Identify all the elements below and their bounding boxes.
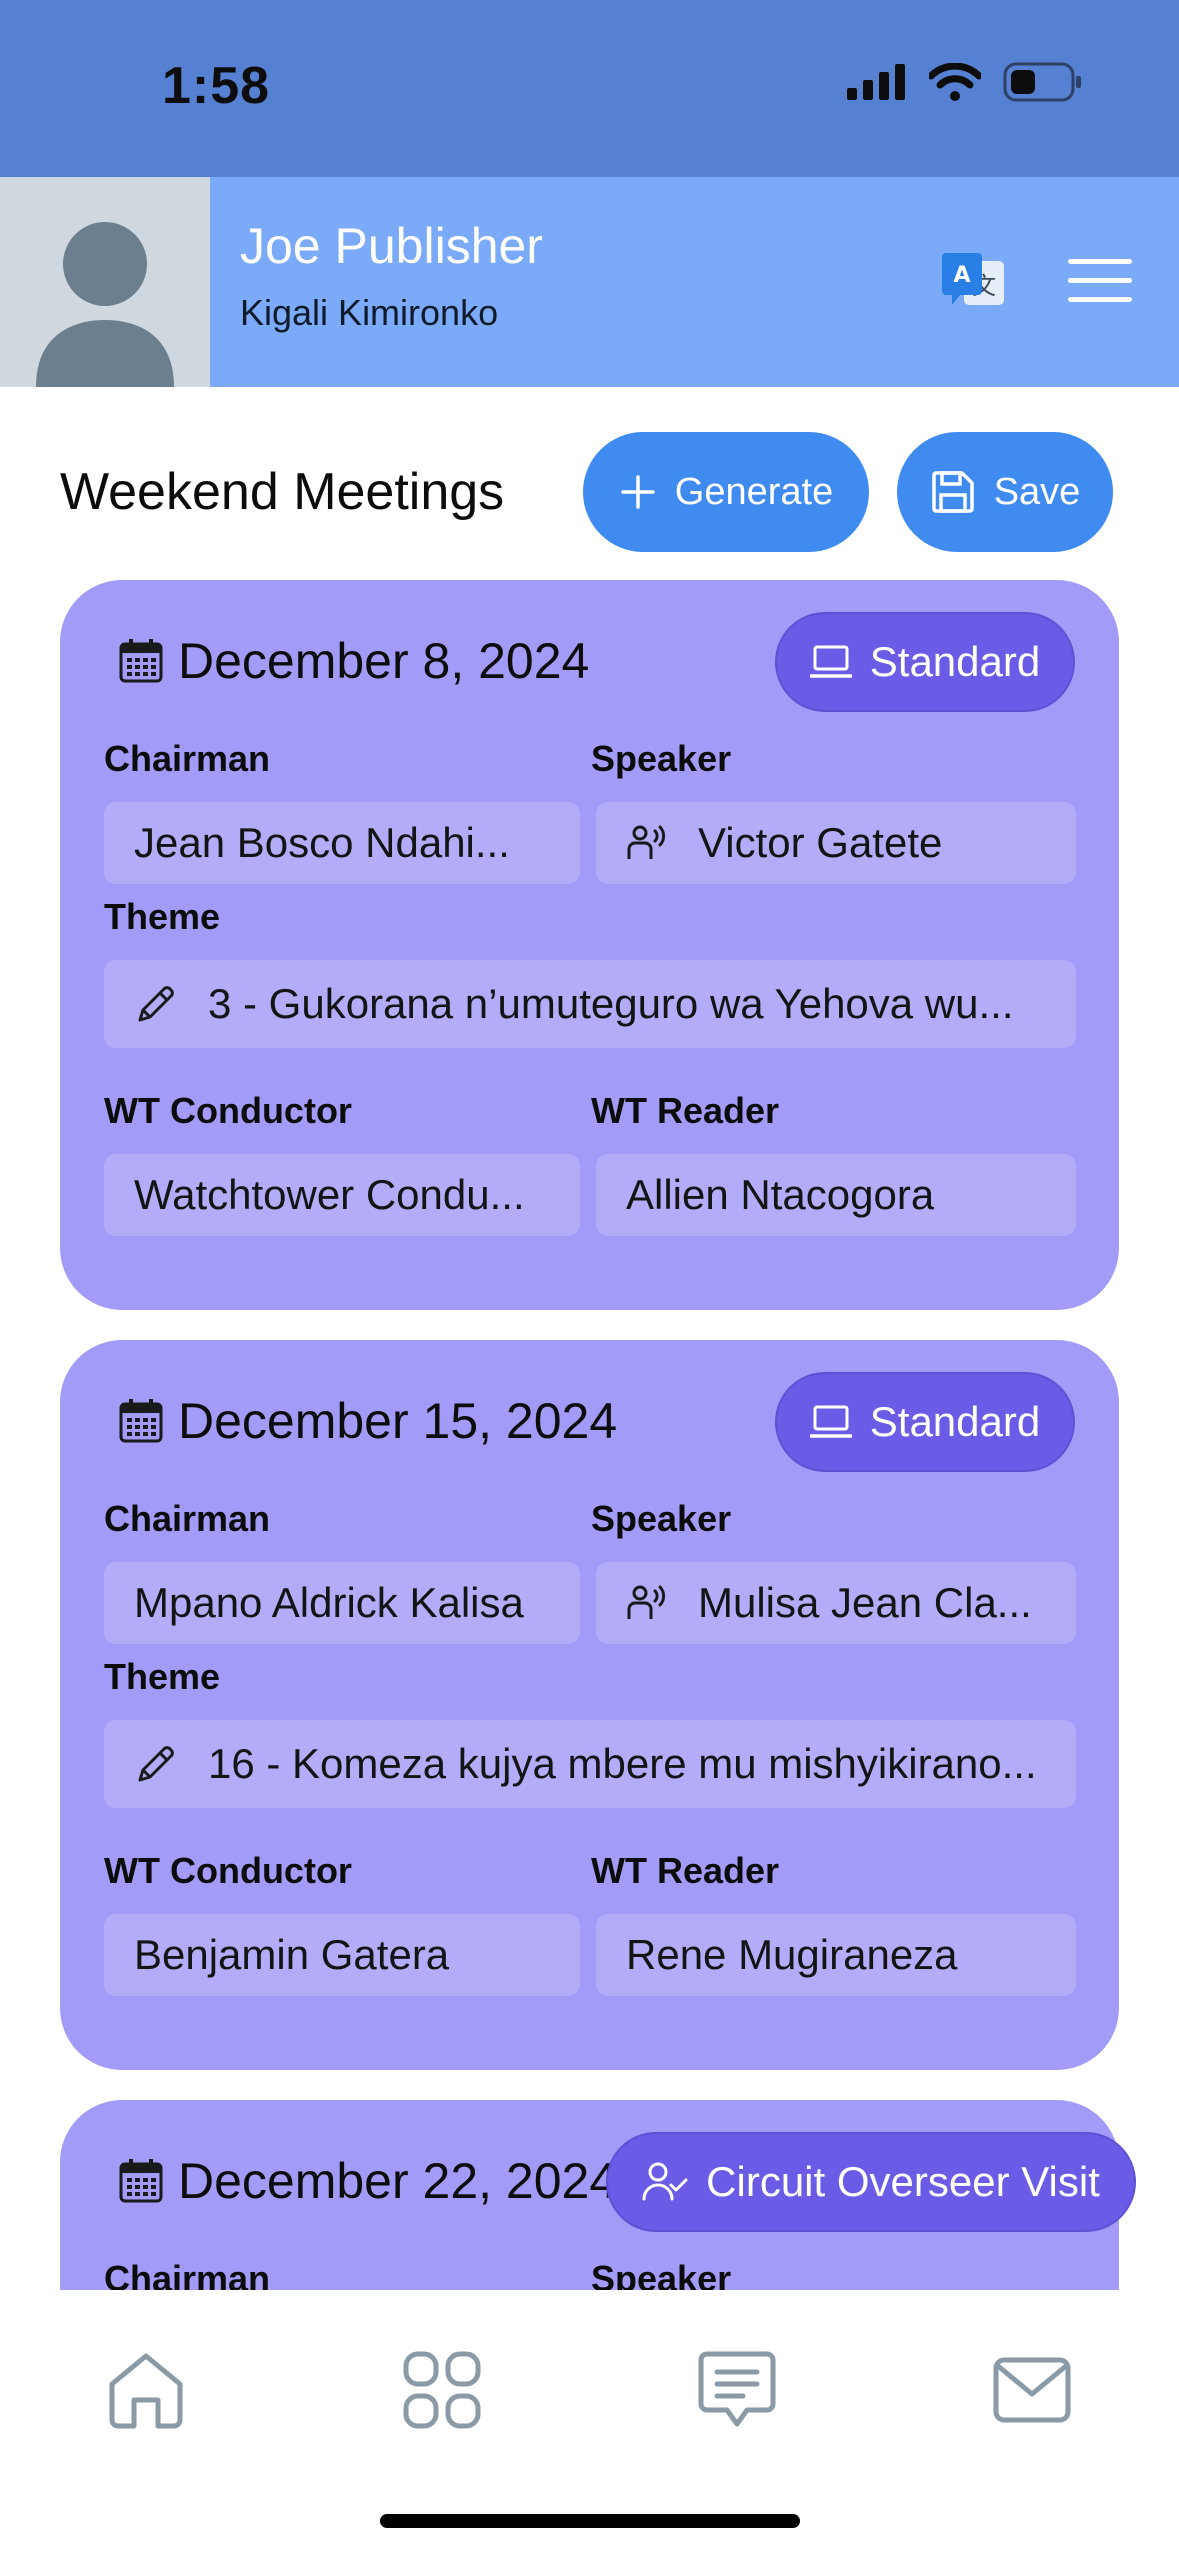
theme-label: Theme <box>104 1656 221 1697</box>
chairman-value: Jean Bosco Ndahi... <box>134 819 510 866</box>
theme-label: Theme <box>104 896 221 937</box>
chairman-field[interactable]: Mpano Aldrick Kalisa <box>104 1562 580 1644</box>
speaker-icon <box>627 825 666 859</box>
theme-field[interactable]: 16 - Komeza kujya mbere mu mishyikirano.… <box>104 1720 1076 1808</box>
wt-conductor-value: Watchtower Condu... <box>134 1171 525 1218</box>
meeting-card: December 15, 2024 Standard Chairman Spea… <box>60 1340 1119 2070</box>
profile-name: Joe Publisher <box>240 218 543 274</box>
meeting-type-label: Circuit Overseer Visit <box>706 2158 1100 2205</box>
chairman-label: Chairman <box>104 1498 271 1539</box>
chairman-label: Chairman <box>104 738 271 779</box>
meeting-card: December 8, 2024 Standard Chairman Speak… <box>60 580 1119 1310</box>
nav-grid[interactable] <box>402 2350 482 2430</box>
home-indicator[interactable] <box>380 2514 800 2528</box>
wt-reader-label: WT Reader <box>591 1850 780 1891</box>
theme-value: 3 - Gukorana n’umuteguro wa Yehova wu... <box>208 980 1014 1027</box>
wt-reader-field[interactable]: Allien Ntacogora <box>596 1154 1076 1236</box>
generate-button[interactable]: Generate <box>583 432 869 552</box>
meetings-list[interactable]: December 8, 2024 Standard Chairman Speak… <box>0 580 1179 2290</box>
wt-reader-value: Allien Ntacogora <box>626 1171 935 1218</box>
meeting-type-label: Standard <box>869 638 1041 685</box>
laptop-icon <box>809 1405 852 1438</box>
svg-text:A: A <box>953 263 970 288</box>
wt-reader-field[interactable]: Rene Mugiraneza <box>596 1914 1076 1996</box>
theme-value: 16 - Komeza kujya mbere mu mishyikirano.… <box>208 1740 1037 1787</box>
nav-messages[interactable] <box>697 2350 777 2430</box>
calendar-icon <box>119 2159 163 2203</box>
profile-congregation: Kigali Kimironko <box>240 292 499 333</box>
nav-home[interactable] <box>106 2350 186 2430</box>
status-icons <box>847 62 1083 102</box>
meeting-type-button[interactable]: Standard <box>775 1372 1075 1472</box>
speaker-field[interactable]: Victor Gatete <box>596 802 1076 884</box>
speaker-icon <box>627 1585 666 1619</box>
page-title: Weekend Meetings <box>60 463 505 521</box>
status-time: 1:58 <box>162 57 271 115</box>
message-icon <box>698 2351 776 2427</box>
generate-label: Generate <box>674 470 834 513</box>
meeting-date: December 8, 2024 <box>118 632 589 690</box>
wt-conductor-field[interactable]: Benjamin Gatera <box>104 1914 580 1996</box>
speaker-field[interactable]: Mulisa Jean Cla... <box>596 1562 1076 1644</box>
chairman-label: Chairman <box>104 2258 271 2290</box>
speaker-label: Speaker <box>591 1498 732 1539</box>
wt-conductor-label: WT Conductor <box>104 1850 352 1891</box>
speaker-label: Speaker <box>591 2258 732 2290</box>
menu-icon <box>1068 259 1132 264</box>
avatar-placeholder-icon <box>36 222 174 387</box>
meeting-type-label: Standard <box>869 1398 1041 1445</box>
meeting-date-label: December 22, 2024 <box>178 2153 618 2209</box>
wt-conductor-label: WT Conductor <box>104 1090 352 1131</box>
chairman-field[interactable]: Jean Bosco Ndahi... <box>104 802 580 884</box>
wt-reader-value: Rene Mugiraneza <box>626 1931 958 1978</box>
speaker-value: Victor Gatete <box>698 819 943 866</box>
home-icon <box>109 2353 183 2429</box>
signal-icon <box>847 64 905 100</box>
translate-button[interactable]: 文 A <box>940 247 1010 317</box>
battery-icon <box>1003 62 1081 102</box>
speaker-label: Speaker <box>591 738 732 779</box>
calendar-icon <box>119 1399 163 1443</box>
save-label: Save <box>993 470 1081 513</box>
wifi-icon <box>929 63 981 101</box>
status-bar: 1:58 <box>0 0 1179 177</box>
save-button[interactable]: Save <box>897 432 1113 552</box>
profile-header: Joe Publisher Kigali Kimironko 文 A <box>0 177 1179 387</box>
meeting-date-label: December 8, 2024 <box>178 633 590 689</box>
translate-icon: 文 A <box>942 253 1004 305</box>
meeting-card: December 22, 2024 Circuit Overseer Visit… <box>60 2100 1136 2290</box>
plus-icon <box>621 475 655 509</box>
pencil-icon <box>138 1746 174 1782</box>
laptop-icon <box>809 645 852 678</box>
pencil-icon <box>138 986 174 1022</box>
user-check-icon <box>642 2162 688 2201</box>
meeting-date-label: December 15, 2024 <box>178 1393 618 1449</box>
grid-icon <box>403 2351 481 2429</box>
menu-button[interactable] <box>1068 259 1132 305</box>
wt-reader-label: WT Reader <box>591 1090 780 1131</box>
chairman-value: Mpano Aldrick Kalisa <box>134 1579 524 1626</box>
meeting-date: December 15, 2024 <box>118 1392 617 1450</box>
speaker-value: Mulisa Jean Cla... <box>698 1579 1032 1626</box>
mail-icon <box>993 2357 1071 2423</box>
nav-mail[interactable] <box>992 2350 1072 2430</box>
wt-conductor-field[interactable]: Watchtower Condu... <box>104 1154 580 1236</box>
calendar-icon <box>119 639 163 683</box>
theme-field[interactable]: 3 - Gukorana n’umuteguro wa Yehova wu... <box>104 960 1076 1048</box>
avatar[interactable] <box>0 177 210 387</box>
wt-conductor-value: Benjamin Gatera <box>134 1931 450 1978</box>
meeting-date: December 22, 2024 <box>118 2152 617 2210</box>
meeting-type-button[interactable]: Circuit Overseer Visit <box>606 2132 1136 2232</box>
save-icon <box>931 471 974 513</box>
meeting-type-button[interactable]: Standard <box>775 612 1075 712</box>
